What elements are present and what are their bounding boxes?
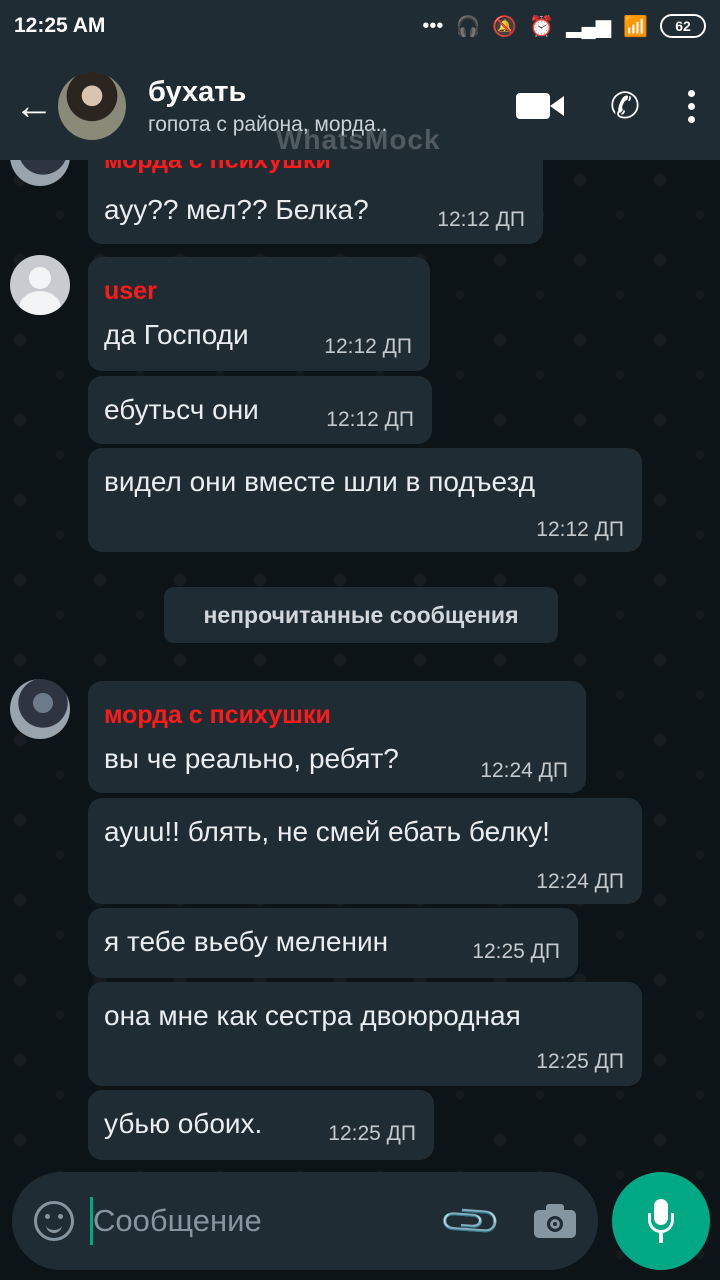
emoji-icon[interactable]: [34, 1201, 74, 1241]
mute-icon: 🔕: [492, 15, 518, 38]
status-time: 12:25 AM: [14, 14, 106, 37]
more-notifications-icon: •••: [422, 14, 444, 37]
more-options-icon[interactable]: [686, 89, 696, 123]
message-time: 12:12 ДП: [536, 518, 624, 541]
message-text: она мне как сестра двоюродная: [104, 1000, 521, 1031]
microphone-icon: [646, 1199, 676, 1243]
message-text: видел они вместе шли в подъезд: [104, 466, 536, 497]
message-bubble[interactable]: ебутьсч они 12:12 ДП: [88, 376, 432, 444]
back-arrow-icon[interactable]: ←: [14, 86, 56, 126]
message-bubble[interactable]: морда с психушки вы че реально, ребят? 1…: [88, 681, 586, 793]
message-text: вы че реально, ребят?: [104, 743, 399, 774]
sender-name: морда с психушки: [104, 701, 331, 729]
message-bubble[interactable]: видел они вместе шли в подъезд 12:12 ДП: [88, 448, 642, 552]
voice-message-button[interactable]: [612, 1172, 710, 1270]
message-text: ауу?? мел?? Белка?: [104, 194, 369, 225]
message-time: 12:24 ДП: [536, 870, 624, 893]
status-bar: 12:25 AM ••• 🎧 🔕 ⏰ ▂▄▆ 📶 62: [0, 0, 720, 52]
chat-title: бухать: [148, 75, 247, 108]
message-bubble[interactable]: user да Господи 12:12 ДП: [88, 257, 430, 371]
message-time: 12:25 ДП: [328, 1122, 416, 1145]
group-avatar[interactable]: [58, 72, 126, 140]
sender-avatar[interactable]: [10, 679, 70, 739]
header-actions: ✆: [515, 88, 696, 124]
message-input[interactable]: [93, 1203, 423, 1239]
signal-icon: ▂▄▆: [566, 15, 612, 38]
message-time: 12:12 ДП: [437, 208, 525, 231]
message-time: 12:25 ДП: [472, 940, 560, 963]
message-text: ауuu!! блять, не смей ебать белку!: [104, 816, 550, 847]
voice-call-icon[interactable]: ✆: [610, 88, 640, 124]
unread-messages-divider: непрочитанные сообщения: [164, 587, 558, 643]
message-text: убью обоих.: [104, 1108, 263, 1139]
video-call-icon[interactable]: [515, 91, 564, 121]
message-text: я тебе вьебу меленин: [104, 926, 389, 957]
message-text: да Господи: [104, 319, 249, 350]
message-bubble[interactable]: ауuu!! блять, не смей ебать белку! 12:24…: [88, 798, 642, 904]
wifi-icon: 📶: [623, 15, 648, 38]
alarm-icon: ⏰: [529, 15, 555, 38]
battery-icon: 62: [660, 14, 706, 38]
message-time: 12:12 ДП: [324, 335, 412, 358]
watermark: WhatsMock: [276, 124, 441, 155]
message-text: ебутьсч они: [104, 394, 259, 425]
message-composer: 📎: [12, 1172, 598, 1270]
message-time: 12:12 ДП: [326, 408, 414, 431]
attachment-icon[interactable]: 📎: [437, 1187, 505, 1255]
sender-name: user: [104, 277, 157, 305]
status-icons: ••• 🎧 🔕 ⏰ ▂▄▆ 📶 62: [422, 14, 706, 39]
message-bubble[interactable]: убью обоих. 12:25 ДП: [88, 1090, 434, 1160]
camera-icon[interactable]: [534, 1204, 576, 1238]
message-bubble[interactable]: я тебе вьебу меленин 12:25 ДП: [88, 908, 578, 978]
headphones-icon: 🎧: [455, 15, 481, 38]
message-time: 12:25 ДП: [536, 1050, 624, 1073]
sender-avatar-default[interactable]: [10, 255, 70, 315]
message-time: 12:24 ДП: [480, 759, 568, 782]
message-bubble[interactable]: она мне как сестра двоюродная 12:25 ДП: [88, 982, 642, 1086]
